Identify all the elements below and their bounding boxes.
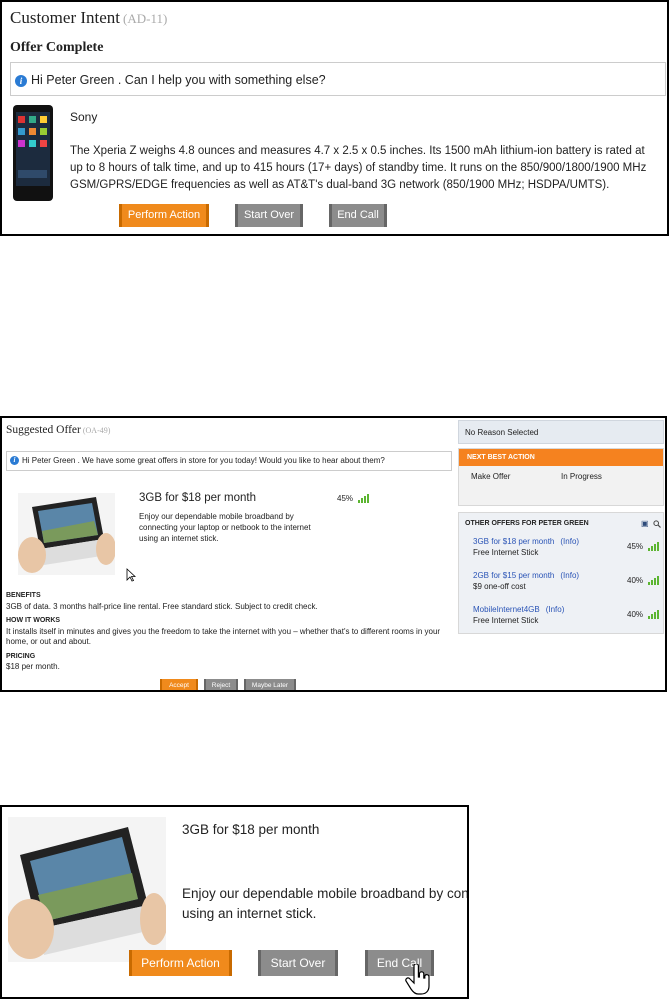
other-offer-name[interactable]: MobileInternet4GB: [473, 605, 540, 614]
save-icon[interactable]: ▣: [641, 519, 649, 528]
accept-button[interactable]: Accept: [160, 679, 198, 690]
offer-title: 3GB for $18 per month: [139, 492, 256, 504]
how-it-works-text: It installs itself in minutes and gives …: [6, 627, 441, 646]
zoomed-offer-panel: 3GB for $18 per month Enjoy our dependab…: [0, 805, 469, 999]
offer-description: Enjoy our dependable mobile broadband by…: [139, 512, 311, 543]
phone-image: [13, 105, 53, 201]
tablet-hands-image: [8, 817, 166, 962]
other-offers-box: OTHER OFFERS FOR PETER GREEN ▣ 3GB for $…: [458, 512, 664, 634]
other-offer-detail: $9 one-off cost: [473, 582, 526, 591]
benefits-text: 3GB of data. 3 months half-price line re…: [6, 602, 318, 611]
signal-bars-icon: [648, 576, 659, 585]
pricing-text: $18 per month.: [6, 662, 60, 671]
customer-intent-panel: Customer Intent (AD-11) Offer Complete iH…: [0, 0, 669, 236]
start-over-button[interactable]: Start Over: [258, 950, 338, 976]
tablet-hands-image: [18, 493, 115, 575]
next-best-action-box: NEXT BEST ACTION Make Offer In Progress: [458, 448, 664, 506]
other-offer-item[interactable]: MobileInternet4GB (Info) Free Internet St…: [473, 605, 659, 635]
info-icon: i: [15, 74, 27, 87]
agent-message: i Hi Peter Green . We have some great off…: [6, 451, 452, 471]
info-link[interactable]: (Info): [560, 537, 579, 546]
reject-button[interactable]: Reject: [204, 679, 238, 690]
other-offer-detail: Free Internet Stick: [473, 616, 539, 625]
offer-description: Enjoy our dependable mobile broadband by…: [182, 886, 469, 921]
next-best-action-value: Make Offer: [471, 472, 511, 481]
other-offers-header: OTHER OFFERS FOR PETER GREEN: [465, 520, 589, 527]
mouse-pointer-icon: [126, 568, 136, 582]
other-offer-percent: 40%: [627, 610, 644, 619]
other-offer-percent: 40%: [627, 576, 644, 585]
info-link[interactable]: (Info): [560, 571, 579, 580]
perform-action-button[interactable]: Perform Action: [129, 950, 232, 976]
other-offer-name[interactable]: 3GB for $18 per month: [473, 537, 554, 546]
next-best-action-header: NEXT BEST ACTION: [459, 449, 663, 466]
panel-title: Customer Intent (AD-11): [10, 8, 168, 27]
panel-title: Suggested Offer (OA-49): [6, 424, 111, 436]
panel-id: (AD-11): [123, 11, 168, 26]
offer-percent: 45%: [337, 494, 354, 503]
other-offer-name[interactable]: 2GB for $15 per month: [473, 571, 554, 580]
reason-selector[interactable]: No Reason Selected: [458, 420, 664, 444]
signal-bars-icon: [648, 610, 659, 619]
signal-bars-icon: [358, 494, 369, 503]
benefits-label: BENEFITS: [6, 592, 41, 599]
end-call-button[interactable]: End Call: [329, 204, 387, 227]
product-brand: Sony: [70, 110, 98, 124]
offer-status-heading: Offer Complete: [10, 40, 104, 55]
other-offer-percent: 45%: [627, 542, 644, 551]
maybe-later-button[interactable]: Maybe Later: [244, 679, 296, 690]
suggested-offer-panel: Suggested Offer (OA-49) i Hi Peter Green .…: [0, 416, 667, 692]
product-description: The Xperia Z weighs 4.8 ounces and measu…: [70, 145, 647, 191]
pricing-label: PRICING: [6, 653, 36, 660]
perform-action-button[interactable]: Perform Action: [119, 204, 209, 227]
panel-id: (OA-49): [82, 426, 111, 435]
hand-pointer-icon: [405, 964, 430, 995]
other-offer-item[interactable]: 2GB for $15 per month (Info) $9 one-off c…: [473, 571, 659, 601]
signal-bars-icon: [648, 542, 659, 551]
other-offer-detail: Free Internet Stick: [473, 548, 539, 557]
start-over-button[interactable]: Start Over: [235, 204, 303, 227]
info-icon: i: [10, 456, 19, 466]
search-icon[interactable]: [653, 520, 661, 528]
offer-title: 3GB for $18 per month: [182, 822, 320, 837]
next-best-action-status: In Progress: [561, 472, 602, 481]
agent-message: i Hi Peter Green . Can I help you with so…: [10, 62, 666, 96]
how-it-works-label: HOW IT WORKS: [6, 617, 61, 624]
info-link[interactable]: (Info): [546, 605, 565, 614]
other-offer-item[interactable]: 3GB for $18 per month (Info) Free Interne…: [473, 537, 659, 567]
